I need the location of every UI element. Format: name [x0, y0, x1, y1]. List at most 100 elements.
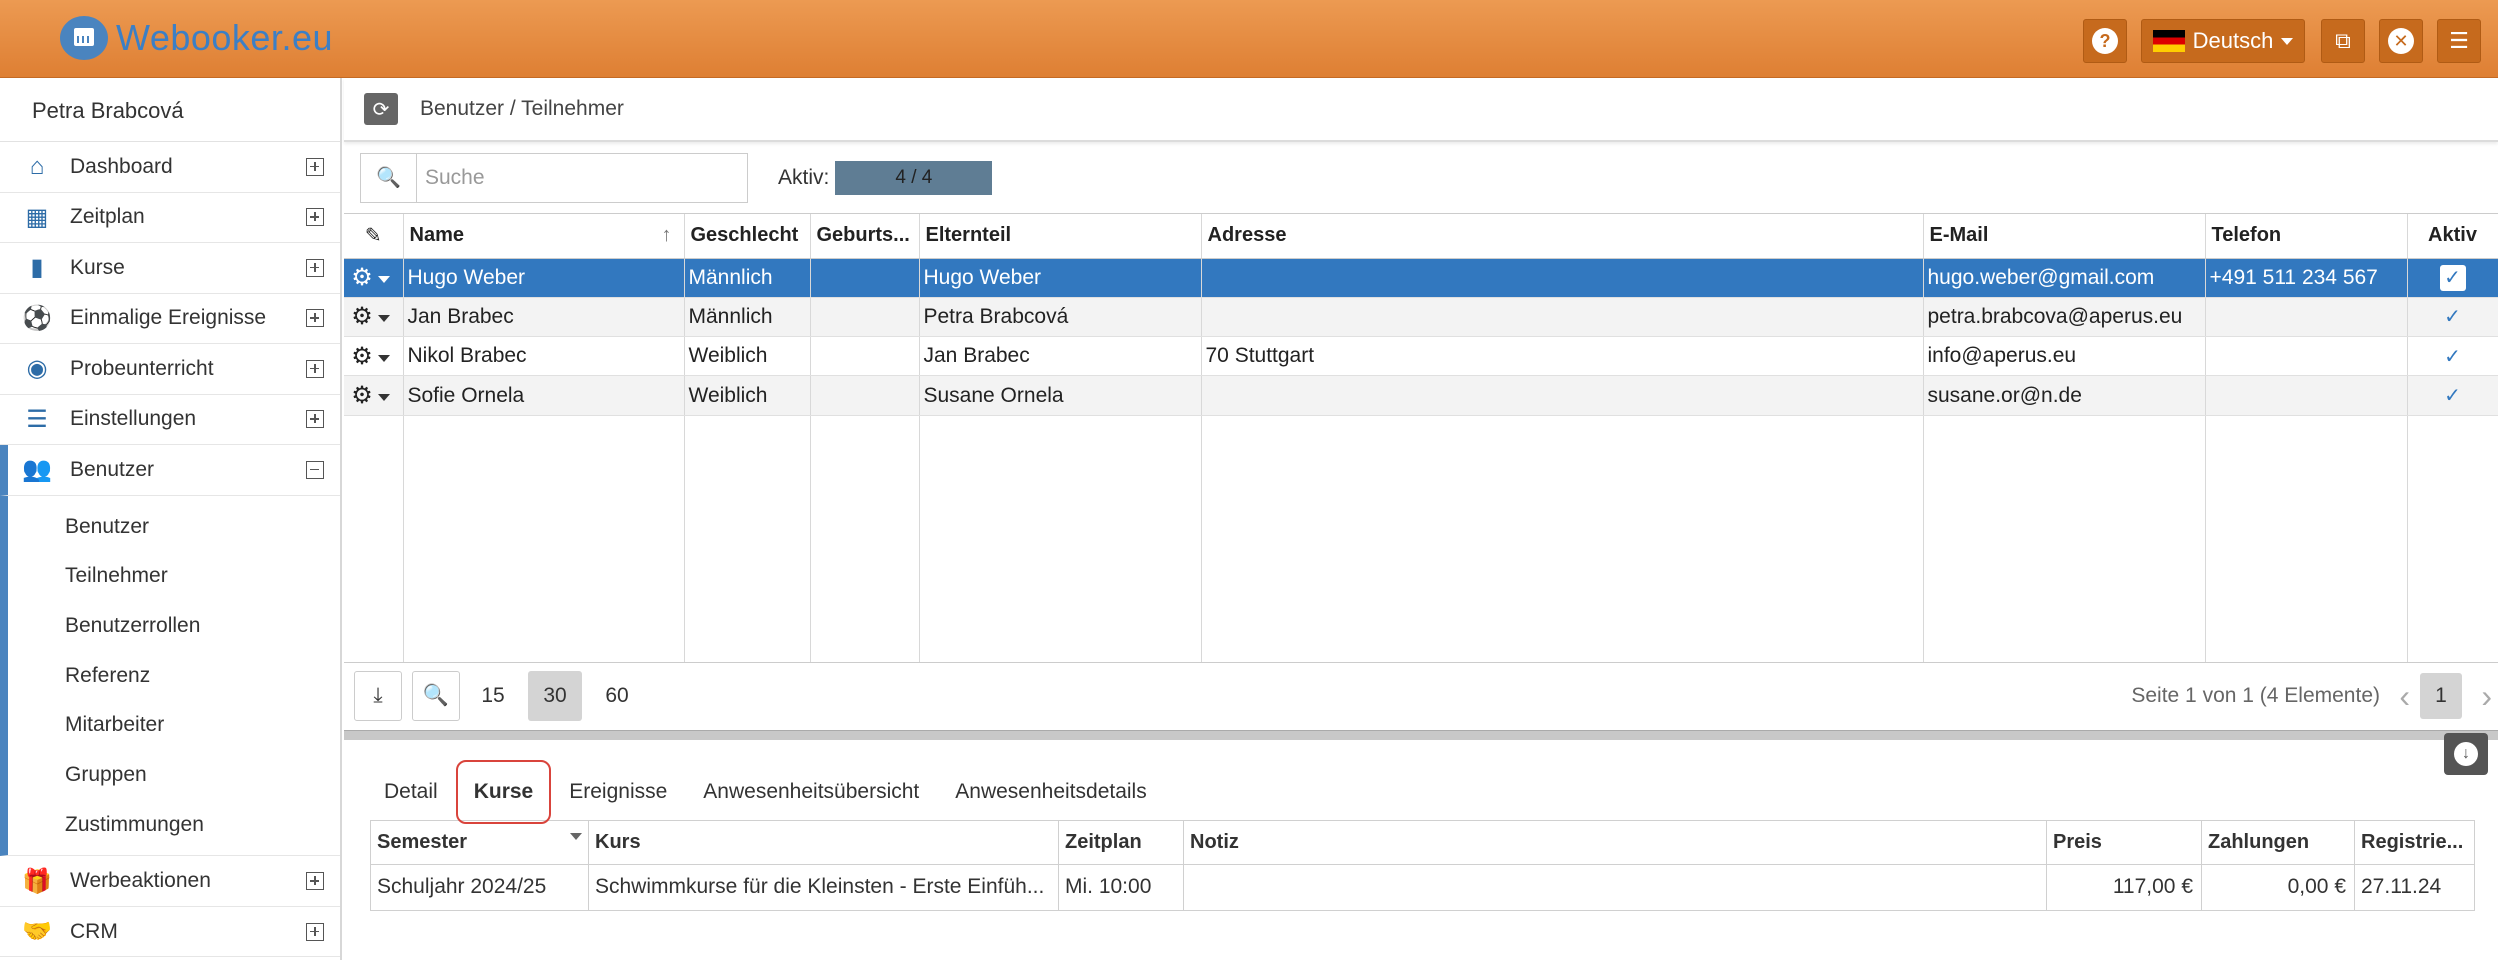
benutzer-submenu: Benutzer Teilnehmer Benutzerrollen Refer…: [0, 495, 340, 857]
submenu-item-benutzerrollen[interactable]: Benutzerrollen: [8, 601, 340, 651]
column-header-zeitplan[interactable]: Zeitplan: [1058, 819, 1184, 865]
edit-column-header[interactable]: ✎: [344, 214, 404, 259]
filter-search-button[interactable]: 🔍: [412, 671, 460, 722]
table-row[interactable]: Schuljahr 2024/25 Schwimmkurse für die K…: [370, 863, 2475, 911]
sidebar-item-einmalige-ereignisse[interactable]: ⚽ Einmalige Ereignisse: [0, 294, 340, 344]
sidebar-item-label: Einmalige Ereignisse: [70, 306, 267, 330]
expand-icon[interactable]: [306, 258, 324, 277]
column-header-geschlecht[interactable]: Geschlecht: [684, 214, 811, 259]
search-input[interactable]: [417, 153, 747, 202]
submenu-item-mitarbeiter[interactable]: Mitarbeiter: [8, 700, 340, 750]
column-header-notiz[interactable]: Notiz: [1183, 819, 2047, 865]
expand-icon[interactable]: [306, 208, 324, 227]
page-size-30[interactable]: 30: [528, 671, 582, 722]
submenu-item-gruppen[interactable]: Gruppen: [8, 750, 340, 800]
sidebar-item-label: Kurse: [70, 255, 125, 279]
cell-birth: [810, 258, 920, 298]
menu-button[interactable]: ☰: [2437, 19, 2481, 63]
submenu-item-teilnehmer[interactable]: Teilnehmer: [8, 551, 340, 601]
column-header-telefon[interactable]: Telefon: [2205, 214, 2408, 259]
tab-anwesenheitsdetails[interactable]: Anwesenheitsdetails: [955, 780, 1146, 804]
column-header-semester[interactable]: Semester: [370, 819, 589, 865]
row-actions-button[interactable]: ⚙: [344, 375, 404, 416]
row-actions-button[interactable]: ⚙: [344, 258, 404, 298]
submenu-item-benutzer[interactable]: Benutzer: [8, 502, 340, 552]
sidebar-item-kurse[interactable]: ▮ Kurse: [0, 243, 340, 294]
column-header-preis[interactable]: Preis: [2046, 819, 2202, 865]
row-actions-button[interactable]: ⚙: [344, 336, 404, 377]
language-select[interactable]: Deutsch: [2141, 19, 2305, 63]
cell-active[interactable]: ✓: [2407, 375, 2498, 416]
refresh-button[interactable]: ⟳: [364, 93, 398, 125]
row-actions-button[interactable]: ⚙: [344, 297, 404, 338]
expand-icon[interactable]: [306, 309, 324, 328]
sidebar-item-benutzer[interactable]: 👥 Benutzer: [0, 445, 340, 496]
check-icon[interactable]: ✓: [2444, 346, 2461, 368]
sidebar-item-crm[interactable]: 🤝 CRM: [0, 907, 340, 958]
page-size-60[interactable]: 60: [590, 671, 644, 721]
book-icon: ▮: [30, 254, 44, 282]
search-icon[interactable]: 🔍: [361, 153, 417, 202]
sidebar-item-einstellungen[interactable]: ☰ Einstellungen: [0, 395, 340, 445]
table-empty-area: [344, 415, 2498, 662]
column-header-geburtsdatum[interactable]: Geburts...: [810, 214, 920, 259]
sidebar-item-dashboard[interactable]: ⌂ Dashboard: [0, 142, 340, 193]
sidebar-item-zeitplan[interactable]: ▦ Zeitplan: [0, 193, 340, 243]
check-icon[interactable]: ✓: [2444, 306, 2461, 328]
edit-icon: ✎: [364, 225, 382, 248]
column-header-zahlungen[interactable]: Zahlungen: [2201, 819, 2355, 865]
sidebar-item-label: Werbeaktionen: [70, 869, 211, 893]
tab-ereignisse[interactable]: Ereignisse: [569, 780, 667, 804]
tab-kurse[interactable]: Kurse: [455, 759, 552, 824]
export-button[interactable]: ⤓: [354, 671, 402, 722]
eye-icon: ◉: [26, 355, 48, 383]
tab-anwesenheitsuebersicht[interactable]: Anwesenheitsübersicht: [703, 780, 919, 804]
expand-icon[interactable]: [306, 922, 324, 941]
submenu-item-zustimmungen[interactable]: Zustimmungen: [8, 800, 340, 850]
cell-birth: [810, 297, 920, 338]
next-page-icon[interactable]: ›: [2481, 678, 2492, 715]
table-row[interactable]: ⚙ Hugo Weber Männlich Hugo Weber hugo.we…: [344, 258, 2498, 298]
expand-icon[interactable]: [306, 359, 324, 378]
table-row[interactable]: ⚙ Jan Brabec Männlich Petra Brabcová pet…: [344, 297, 2498, 338]
help-button[interactable]: ?: [2083, 19, 2127, 63]
collapse-panel-button[interactable]: ↓: [2444, 732, 2488, 775]
gear-icon: ⚙: [351, 342, 373, 370]
table-row[interactable]: ⚙ Nikol Brabec Weiblich Jan Brabec 70 St…: [344, 336, 2498, 377]
sidebar-item-probeunterricht[interactable]: ◉ Probeunterricht: [0, 344, 340, 395]
question-icon: ?: [2092, 28, 2118, 54]
column-header-adresse[interactable]: Adresse: [1201, 214, 1924, 259]
panel-splitter[interactable]: ↓: [344, 729, 2498, 775]
checkbox-checked[interactable]: ✓: [2439, 264, 2466, 291]
expand-icon[interactable]: [306, 410, 324, 429]
submenu-item-referenz[interactable]: Referenz: [8, 651, 340, 701]
collapse-icon[interactable]: [306, 460, 324, 479]
sidebar-item-werbeaktionen[interactable]: 🎁 Werbeaktionen: [0, 856, 340, 907]
page-number[interactable]: 1: [2420, 673, 2462, 720]
column-header-kurs[interactable]: Kurs: [588, 819, 1059, 865]
close-icon: ✕: [2388, 28, 2414, 54]
cell-kurs: Schwimmkurse für die Kleinsten - Erste E…: [588, 863, 1059, 911]
expand-icon[interactable]: [306, 872, 324, 891]
prev-page-icon[interactable]: ‹: [2399, 678, 2410, 715]
cell-active[interactable]: ✓: [2407, 258, 2498, 298]
table-row[interactable]: ⚙ Sofie Ornela Weiblich Susane Ornela su…: [344, 375, 2498, 416]
table-header-row: ✎ Name ↑ Geschlecht Geburts... Elternteil…: [344, 214, 2498, 259]
close-button[interactable]: ✕: [2379, 19, 2423, 63]
column-header-registriert[interactable]: Registrie...: [2354, 819, 2475, 865]
page-size-15[interactable]: 15: [466, 671, 520, 721]
gear-icon: ⚙: [351, 303, 373, 331]
gear-icon: ⚙: [351, 264, 373, 292]
column-header-elternteil[interactable]: Elternteil: [919, 214, 1202, 259]
cell-active[interactable]: ✓: [2407, 297, 2498, 338]
column-header-aktiv[interactable]: Aktiv: [2407, 214, 2498, 259]
column-header-name[interactable]: Name ↑: [403, 214, 685, 259]
column-header-email[interactable]: E-Mail: [1923, 214, 2206, 259]
app-logo[interactable]: Webooker.eu: [60, 16, 333, 60]
check-icon[interactable]: ✓: [2444, 385, 2461, 407]
expand-icon[interactable]: [306, 157, 324, 176]
tab-detail[interactable]: Detail: [384, 780, 438, 804]
external-link-button[interactable]: ⧉: [2321, 19, 2365, 63]
cell-registriert: 27.11.24: [2354, 863, 2475, 911]
cell-active[interactable]: ✓: [2407, 336, 2498, 377]
